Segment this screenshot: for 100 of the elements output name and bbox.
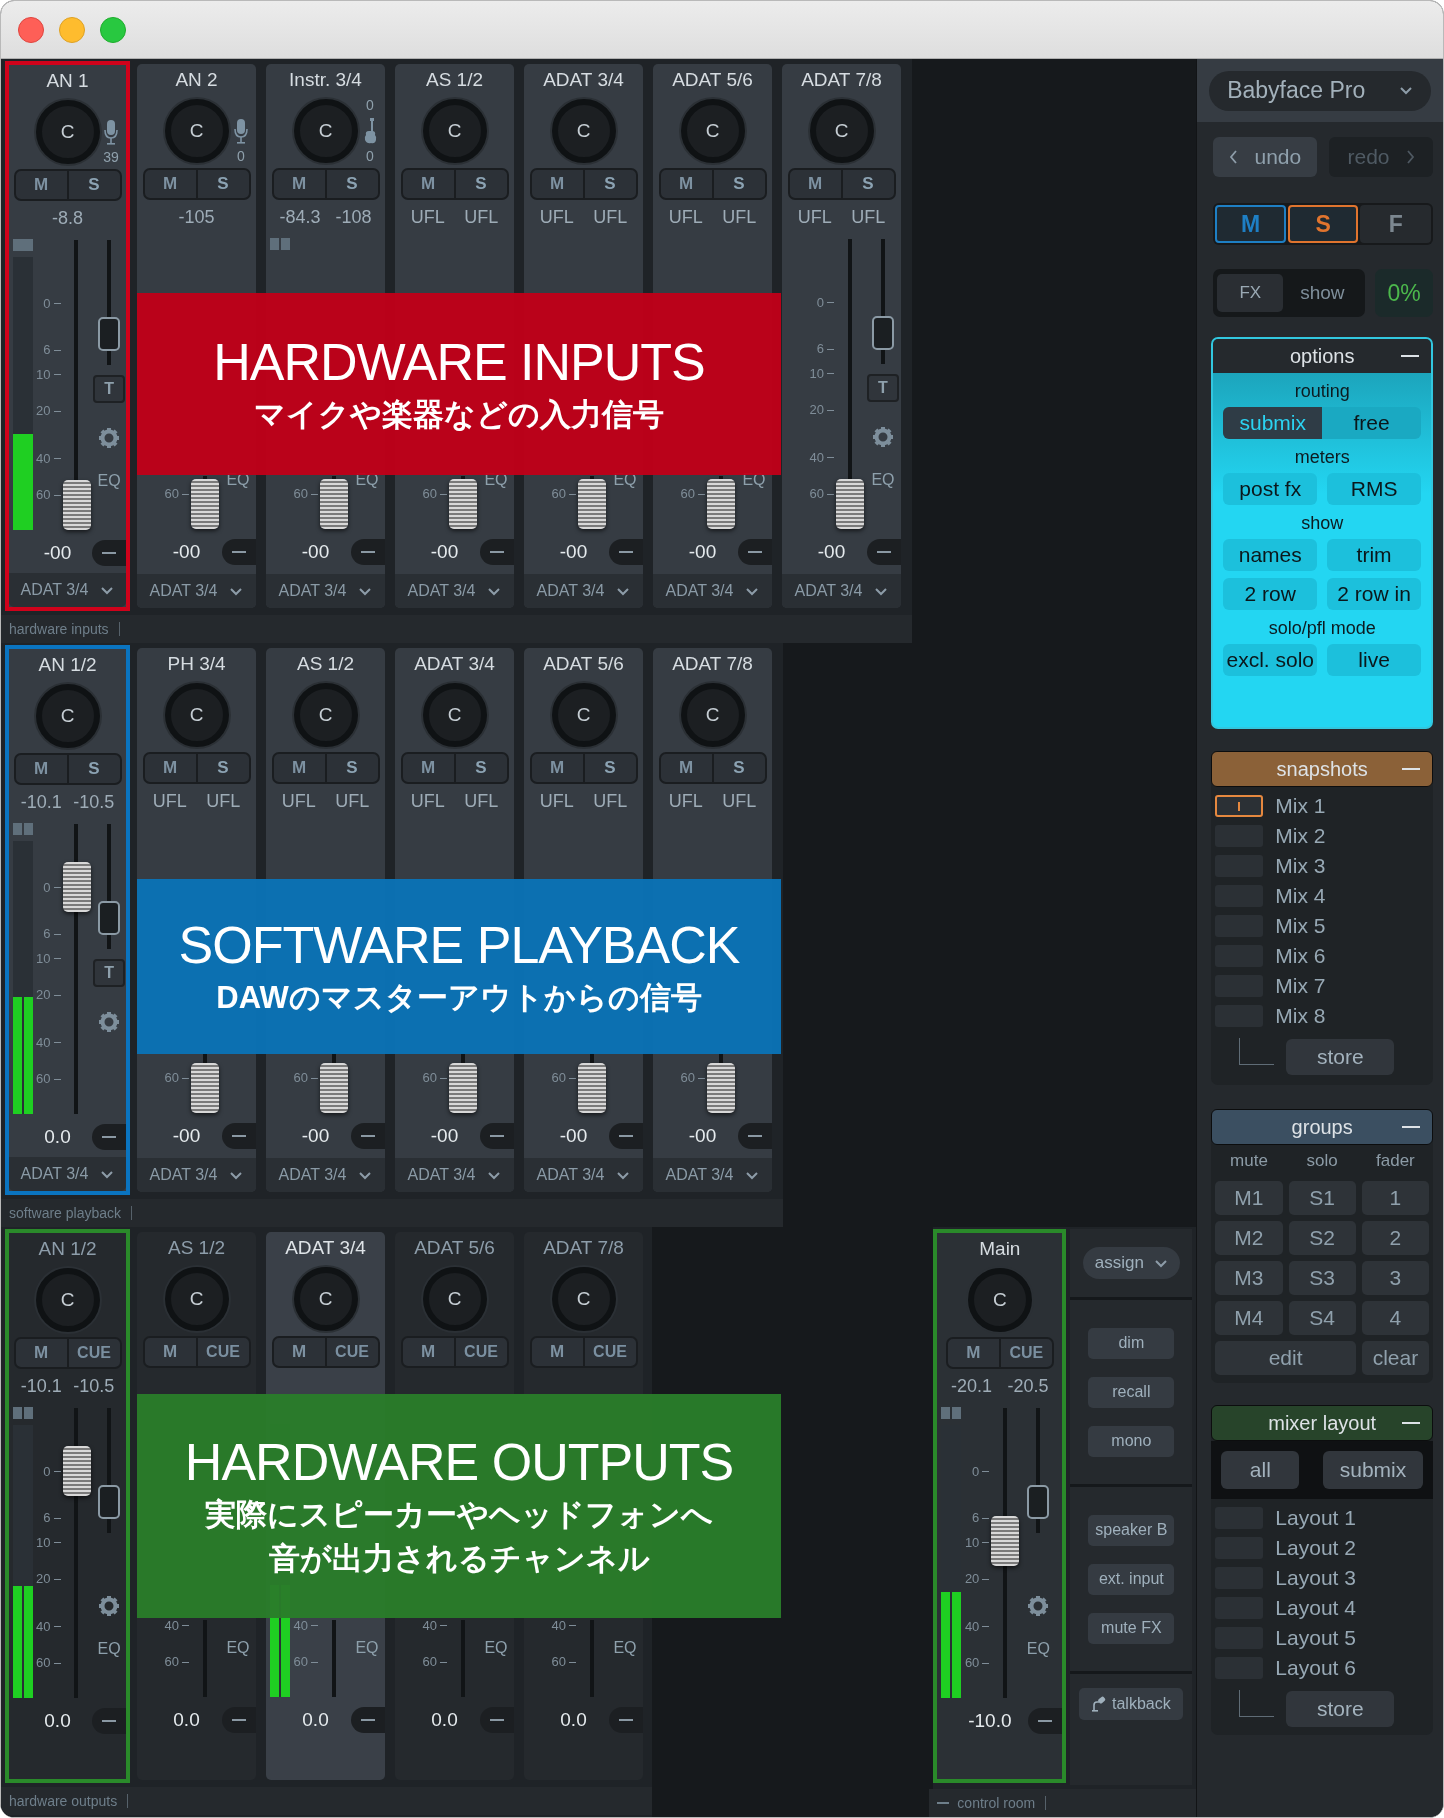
store-button[interactable]: store [1286,1039,1395,1075]
group-button[interactable]: S4 [1288,1301,1356,1335]
option-button[interactable]: post fx [1223,473,1318,505]
eq-button[interactable]: EQ [355,1639,379,1657]
mute-button[interactable]: M [144,754,196,782]
cue-button[interactable]: CUE [195,1338,249,1366]
pan-knob[interactable]: C [422,99,487,163]
route-dropdown[interactable]: ADAT 3/4 [395,1158,514,1192]
solo-button[interactable]: S [66,171,120,199]
eq-button[interactable]: EQ [97,1640,121,1658]
trim-fader-knob[interactable] [1027,1485,1050,1520]
trim-fader-knob[interactable] [872,316,894,351]
mute-button[interactable]: M [273,754,325,782]
monitor-button[interactable]: mute FX [1088,1612,1175,1644]
show-button[interactable]: show [1283,282,1362,304]
minus-button[interactable] [609,1123,643,1149]
pan-knob[interactable]: C [809,99,874,163]
eq-button[interactable]: EQ [1026,1640,1050,1658]
solo-button[interactable]: S [711,754,765,782]
route-dropdown[interactable]: ADAT 3/4 [653,574,772,608]
pan-knob[interactable]: C [551,683,616,747]
fader-knob[interactable] [62,862,91,913]
panel-header[interactable]: mixer layout [1211,1405,1433,1441]
route-dropdown[interactable]: ADAT 3/4 [137,574,256,608]
solo-button[interactable]: S [324,170,378,198]
route-dropdown[interactable]: ADAT 3/4 [266,574,385,608]
group-button[interactable]: M1 [1215,1181,1283,1215]
pan-knob[interactable]: C [35,100,100,164]
mute-button[interactable]: M [15,1339,67,1367]
pan-knob[interactable]: C [551,1267,616,1331]
route-dropdown[interactable]: ADAT 3/4 [9,1157,126,1191]
monitor-button[interactable]: speaker B [1088,1514,1175,1546]
eq-button[interactable]: EQ [226,1639,250,1657]
mute-button[interactable]: M [273,170,325,198]
group-button[interactable]: 4 [1361,1301,1429,1335]
solo-button[interactable]: S [195,754,249,782]
mute-button[interactable]: M [15,755,67,783]
t-button[interactable]: T [867,374,899,402]
pan-knob[interactable]: C [293,683,358,747]
route-dropdown[interactable]: ADAT 3/4 [782,574,901,608]
minus-button[interactable] [351,1707,385,1733]
option-button[interactable]: trim [1327,539,1421,571]
solo-button[interactable]: S [840,170,894,198]
fader-knob[interactable] [62,1446,91,1497]
eq-button[interactable]: EQ [613,1639,637,1657]
minus-button[interactable] [92,1124,126,1150]
route-dropdown[interactable]: ADAT 3/4 [653,1158,772,1192]
t-button[interactable]: T [93,375,126,403]
minus-button[interactable] [92,1708,126,1734]
option-button[interactable]: 2 row in [1327,578,1421,610]
mute-button[interactable]: M [402,170,454,198]
minus-button[interactable] [867,539,901,565]
pan-knob[interactable]: C [680,683,745,747]
panel-header[interactable]: options [1213,339,1431,373]
snapshot-slot[interactable] [1215,795,1264,817]
cue-button[interactable]: CUE [998,1339,1052,1367]
cue-button[interactable]: CUE [66,1339,120,1367]
solo-button[interactable]: S [711,170,765,198]
device-dropdown[interactable]: Babyface Pro [1209,70,1432,111]
group-button[interactable]: S2 [1288,1221,1356,1255]
option-button[interactable]: live [1327,644,1421,676]
monitor-button[interactable]: dim [1088,1327,1175,1359]
monitor-button[interactable]: ext. input [1088,1563,1175,1595]
pan-knob[interactable]: C [164,1267,229,1331]
minus-button[interactable] [480,1123,514,1149]
group-button[interactable]: 3 [1361,1261,1429,1295]
mode-button[interactable]: S [1287,205,1359,243]
solo-button[interactable]: S [453,170,507,198]
filter-button[interactable]: submix [1323,1451,1423,1489]
mute-button[interactable]: M [144,1338,196,1366]
route-dropdown[interactable]: ADAT 3/4 [137,1158,256,1192]
pan-knob[interactable]: C [422,683,487,747]
mute-button[interactable]: M [531,170,583,198]
mute-button[interactable]: M [273,1338,325,1366]
route-dropdown[interactable]: ADAT 3/4 [524,1158,643,1192]
minus-button[interactable] [351,1123,385,1149]
edit-button[interactable]: edit [1215,1341,1356,1375]
eq-button[interactable]: EQ [97,472,121,490]
panel-header[interactable]: groups [1211,1109,1433,1145]
route-dropdown[interactable]: ADAT 3/4 [9,573,126,607]
group-button[interactable]: M3 [1215,1261,1283,1295]
route-dropdown[interactable]: ADAT 3/4 [395,574,514,608]
talkback-button[interactable]: talkback [1079,1688,1184,1720]
trim-fader-knob[interactable] [98,317,121,352]
solo-button[interactable]: S [195,170,249,198]
mode-button[interactable]: M [1215,205,1286,243]
minus-button[interactable] [738,539,772,565]
solo-button[interactable]: S [324,754,378,782]
minus-button[interactable] [738,1123,772,1149]
mute-button[interactable]: M [15,171,67,199]
mute-button[interactable]: M [402,754,454,782]
option-button[interactable]: free [1322,407,1421,439]
solo-button[interactable]: S [582,754,636,782]
minus-button[interactable] [609,539,643,565]
option-button[interactable]: names [1223,539,1318,571]
trim-fader-knob[interactable] [98,1485,121,1520]
minus-button[interactable] [480,1707,514,1733]
group-button[interactable]: M4 [1215,1301,1283,1335]
cue-button[interactable]: CUE [324,1338,378,1366]
pan-knob[interactable]: C [422,1267,487,1331]
